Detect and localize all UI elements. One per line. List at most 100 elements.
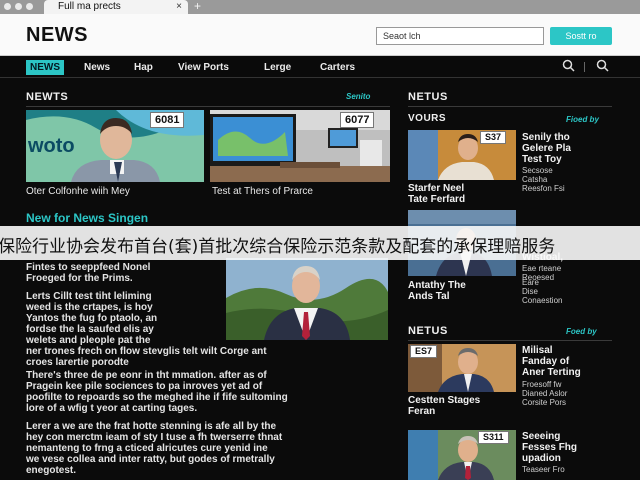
sidebar2-item-3-sub: Teaseer Fro (522, 465, 565, 474)
sidebar-title-line: Tate Ferfard (408, 194, 466, 205)
sidebar-section-2-link[interactable]: Foed by (566, 327, 597, 336)
new-tab-icon[interactable]: + (194, 0, 201, 13)
paragraph-line: nemanteng to frng a cticed alricutes cur… (26, 443, 268, 454)
paragraph-line: There's three de pe eonr in tht mmation.… (26, 370, 267, 381)
sidebar-sub-line: Dise (522, 287, 539, 296)
video-thumbnail-1[interactable]: woto 6081 (26, 110, 204, 182)
sidebar-item-1-sub: Secsose Catsha Reesfon Fsi (522, 166, 565, 193)
sidebar-title-line: Senily tho (522, 132, 570, 143)
sidebar-section-1-link[interactable]: Fioed by (566, 115, 599, 124)
paragraph-line: Pragein kee pile sociences to pa inroves… (26, 381, 263, 392)
paragraph-line: fordse the la saufed elis ay (26, 324, 154, 335)
search-input[interactable]: Seaot lch (376, 27, 544, 45)
nav-divider (584, 62, 585, 72)
sidebar-sub-line: Conaestion (522, 296, 563, 305)
article-headline[interactable]: New for News Singen (26, 211, 148, 225)
paragraph-line: we vese collea and inter ratty, but gode… (26, 454, 275, 465)
paragraph-line: Yantos the fug fo ptaolo, an (26, 313, 158, 324)
nav-item-lerge[interactable]: Lerge (264, 60, 291, 75)
paragraph-line: welets and pleople pat the (26, 335, 151, 346)
paragraph-line: hey con merctm ieam of sty I tuse a fh t… (26, 432, 283, 443)
sidebar-title-line: Ands Tal (408, 291, 450, 302)
sidebar-section-2-title: NETUS (408, 325, 448, 337)
main-divider (26, 106, 390, 107)
subhead-line: Fintes to seeppfeed Nonel (26, 262, 151, 273)
search-button[interactable]: Sostt ro (550, 27, 612, 45)
sidebar2-item-2-title[interactable]: Cestten Stages Feran (408, 395, 480, 417)
video-thumbnail-2[interactable]: 6077 (210, 110, 390, 182)
sidebar-thumb-1[interactable]: S37 (408, 130, 516, 180)
nav-item-carters[interactable]: Carters (320, 60, 355, 75)
sidebar-title-line: Feran (408, 406, 436, 417)
article-paragraph-3: Lerer a we are the frat hotte stenning i… (26, 421, 282, 476)
sidebar-item-4-sub: Eare Dise Conaestion (522, 278, 562, 305)
sidebar-divider-2 (408, 340, 612, 341)
sidebar-title-line: Aner Terting (522, 367, 581, 378)
thumbnail-2-badge: 6077 (340, 112, 375, 128)
tab-close-icon[interactable]: × (176, 0, 182, 14)
paragraph-line: croes larertie porodte (26, 357, 129, 368)
close-window-dot[interactable] (4, 3, 11, 10)
sidebar-sub-line: Secsose (522, 166, 553, 175)
sidebar-section-1-title: NETUS (408, 91, 448, 103)
overlay-banner: 保险行业协会发布首台(套)首批次综合保险示范条款及配套的承保理赔服务 (0, 226, 640, 260)
paragraph-line: lore of a wfig t yeor at carting tages. (26, 403, 198, 414)
sidebar-thumb-4-badge: S311 (478, 431, 509, 444)
sidebar-title-line: Gelere Pla (522, 143, 571, 154)
paragraph-line: Lerts Cillt test tiht leliming (26, 291, 152, 302)
sidebar-sub-line: Reesfon Fsi (522, 184, 565, 193)
card-1-caption[interactable]: Oter Colfonhe wiih Mey (26, 186, 130, 197)
nav-item-view-ports[interactable]: View Ports (178, 60, 229, 75)
card-2-caption[interactable]: Test at Thers of Prarce (212, 186, 313, 197)
main-nav: NEWS News Hap View Ports Lerge Carters (0, 56, 640, 78)
sidebar-thumb-1-badge: S37 (480, 131, 507, 144)
sidebar-title-line: Antathy The (408, 280, 466, 291)
main-section-link[interactable]: Senito (346, 92, 370, 101)
sidebar-section-1-sub: VOURS (408, 113, 447, 124)
browser-tabbar: Full ma prects × + (0, 0, 640, 14)
svg-text:woto: woto (27, 135, 75, 157)
sidebar-title-line: Fesses Fhg (522, 442, 578, 453)
nav-item-news-active[interactable]: NEWS (26, 60, 64, 75)
sidebar2-item-1-sub: Froesoff fw Dianed Aslor Corsite Pors (522, 380, 567, 407)
sidebar-thumb-4[interactable]: S311 (408, 430, 516, 480)
site-header: NEWS Seaot lch Sostt ro (0, 14, 640, 56)
sidebar-item-2-title[interactable]: Starfer Neel Tate Ferfard (408, 183, 465, 205)
sidebar-sub-line: Froesoff fw (522, 380, 562, 389)
sidebar-sub-line: Eae rteane (522, 264, 562, 273)
sidebar-sub-line: Dianed Aslor (522, 389, 568, 398)
maximize-window-dot[interactable] (26, 3, 33, 10)
paragraph-line: enegotest. (26, 465, 77, 476)
sidebar2-item-3-title[interactable]: Seeeing Fesses Fhg upadion (522, 431, 577, 464)
browser-tab[interactable]: Full ma prects × (44, 0, 188, 14)
sidebar-sub-line: Eare (522, 278, 539, 287)
sidebar-thumb-3[interactable]: ES7 (408, 344, 516, 392)
sidebar-title-line: Starfer Neel (408, 183, 465, 194)
menu-search-icon[interactable] (596, 59, 609, 76)
sidebar-title-line: upadion (522, 453, 561, 464)
sidebar-item-4-title[interactable]: Antathy The Ands Tal (408, 280, 466, 302)
window-controls (4, 3, 33, 10)
sidebar2-item-1-title[interactable]: Milisal Fanday of Aner Terting (522, 345, 581, 378)
paragraph-line: weed is the crtapes, is hoy (26, 302, 153, 313)
paragraph-line: ner trones frech on flow stevglis telt w… (26, 346, 267, 357)
article-paragraph-2: There's three de pe eonr in tht mmation.… (26, 370, 288, 414)
sidebar-thumb-3-badge: ES7 (410, 345, 438, 358)
minimize-window-dot[interactable] (15, 3, 22, 10)
sidebar-sub-line: Teaseer Fro (522, 465, 565, 474)
sidebar-item-1-title[interactable]: Senily tho Gelere Pla Test Toy (522, 132, 571, 165)
overlay-banner-text: 保险行业协会发布首台(套)首批次综合保险示范条款及配套的承保理赔服务 (0, 237, 556, 257)
search-icon[interactable] (562, 59, 575, 76)
sidebar-sub-line: Catsha (522, 175, 548, 184)
subhead-line: Froeged for the Prims. (26, 273, 133, 284)
site-logo[interactable]: NEWS (26, 24, 88, 47)
paragraph-line: poofilte to repoards so the meghed ihe i… (26, 392, 288, 403)
main-section-title: NEWTS (26, 91, 69, 103)
sidebar-title-line: Fanday of (522, 356, 570, 367)
sidebar-sub-line: Corsite Pors (522, 398, 567, 407)
nav-item-news[interactable]: News (84, 60, 110, 75)
thumbnail-1-badge: 6081 (150, 112, 185, 128)
nav-item-hap[interactable]: Hap (134, 60, 153, 75)
sidebar-divider-1 (408, 106, 612, 107)
sidebar-title-line: Seeeing (522, 431, 561, 442)
